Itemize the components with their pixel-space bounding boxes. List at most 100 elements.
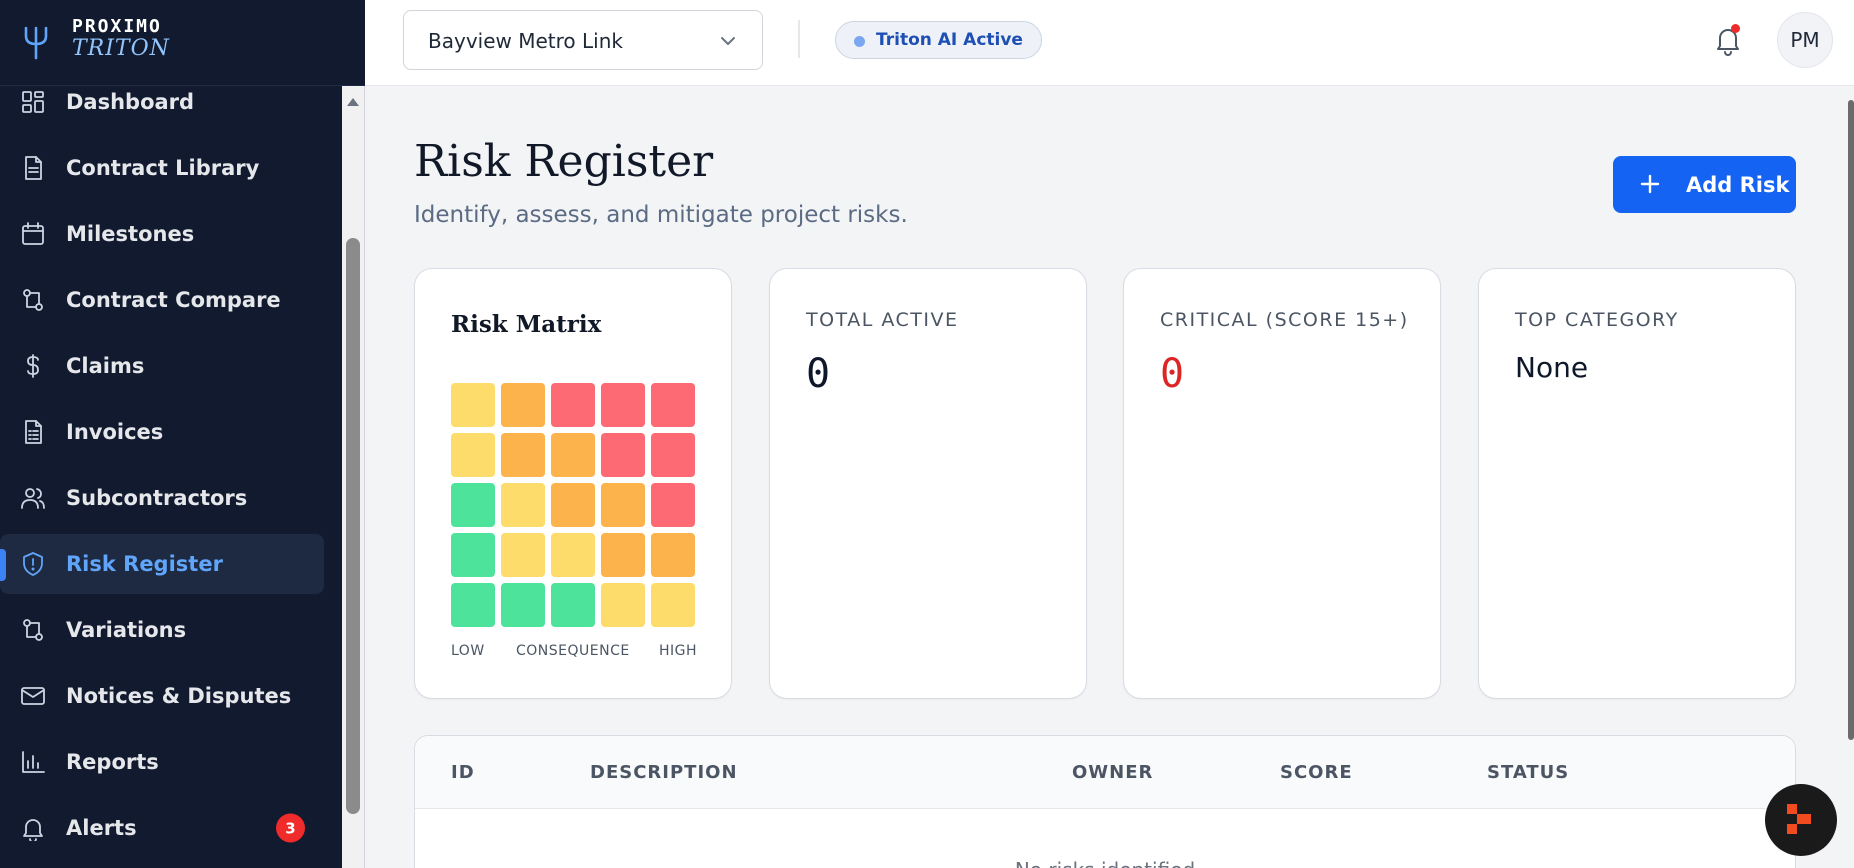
main-scrollbar[interactable]	[1848, 100, 1854, 740]
risk-matrix-grid	[451, 383, 697, 629]
sidebar-item-label: Claims	[66, 354, 145, 378]
axis-low-label: LOW	[451, 643, 485, 659]
critical-label: CRITICAL (SCORE 15+)	[1160, 309, 1409, 331]
matrix-cell-orange[interactable]	[501, 433, 545, 477]
column-header-id[interactable]: ID	[451, 762, 475, 783]
axis-high-label: HIGH	[658, 643, 697, 659]
sidebar-item-label: Alerts	[66, 816, 137, 840]
user-avatar[interactable]: PM	[1777, 12, 1833, 68]
branch-icon	[23, 619, 43, 641]
top-category-value: None	[1515, 351, 1589, 384]
sidebar-item-variations[interactable]: Variations	[0, 600, 324, 660]
project-select[interactable]: Bayview Metro Link	[403, 10, 763, 70]
table-header: ID DESCRIPTION OWNER SCORE STATUS	[415, 736, 1795, 809]
plus-icon	[1640, 174, 1660, 194]
users-icon	[21, 488, 45, 509]
sidebar-item-alerts[interactable]: Alerts 3	[0, 798, 324, 858]
matrix-cell-orange[interactable]	[501, 383, 545, 427]
sidebar-item-label: Contract Compare	[66, 288, 281, 312]
matrix-cell-yellow[interactable]	[651, 583, 695, 627]
sidebar-item-milestones[interactable]: Milestones	[0, 204, 324, 264]
project-select-value: Bayview Metro Link	[428, 29, 623, 53]
scroll-thumb[interactable]	[346, 238, 360, 814]
sidebar-item-subcontractors[interactable]: Subcontractors	[0, 468, 324, 528]
calendar-icon	[22, 222, 44, 245]
sidebar-item-label: Milestones	[66, 222, 195, 246]
matrix-cell-orange[interactable]	[551, 483, 595, 527]
matrix-cell-yellow[interactable]	[451, 433, 495, 477]
sidebar-item-contract-library[interactable]: Contract Library	[0, 138, 324, 198]
top-category-card: TOP CATEGORY None	[1478, 268, 1796, 699]
matrix-cell-green[interactable]	[451, 483, 495, 527]
sidebar-item-claims[interactable]: Claims	[0, 336, 324, 396]
matrix-cell-orange[interactable]	[601, 533, 645, 577]
brand-name: PROXIMO	[72, 16, 162, 37]
sidebar-item-contract-compare[interactable]: Contract Compare	[0, 270, 324, 330]
matrix-cell-green[interactable]	[451, 533, 495, 577]
column-header-description[interactable]: DESCRIPTION	[590, 762, 738, 783]
column-header-owner[interactable]: OWNER	[1072, 762, 1153, 783]
sidebar-scrollbar[interactable]	[342, 86, 365, 868]
sidebar-item-risk-register[interactable]: Risk Register	[0, 534, 324, 594]
add-risk-button[interactable]: Add Risk	[1613, 156, 1796, 213]
matrix-cell-red[interactable]	[601, 433, 645, 477]
matrix-cell-red[interactable]	[551, 383, 595, 427]
assistant-launcher-button[interactable]	[1765, 784, 1837, 856]
mail-icon	[21, 687, 45, 705]
brand-subtitle: TRITON	[72, 36, 170, 61]
sidebar-item-notices-disputes[interactable]: Notices & Disputes	[0, 666, 324, 726]
bar-chart-icon	[22, 751, 45, 773]
assistant-logo-icon	[1787, 804, 1811, 834]
status-dot-icon	[854, 36, 865, 47]
matrix-cell-orange[interactable]	[551, 433, 595, 477]
matrix-cell-green[interactable]	[451, 583, 495, 627]
matrix-cell-yellow[interactable]	[501, 533, 545, 577]
page-title: Risk Register	[414, 136, 714, 187]
brand-header: PROXIMO TRITON	[0, 0, 365, 86]
page-subtitle: Identify, assess, and mitigate project r…	[414, 202, 908, 228]
risk-matrix-title: Risk Matrix	[451, 311, 602, 338]
ai-status-text: Triton AI Active	[876, 30, 1023, 50]
sidebar-item-reports[interactable]: Reports	[0, 732, 324, 792]
sidebar-item-label: Notices & Disputes	[66, 684, 292, 708]
sidebar-item-label: Subcontractors	[66, 486, 248, 510]
matrix-cell-yellow[interactable]	[551, 533, 595, 577]
total-active-label: TOTAL ACTIVE	[806, 309, 959, 331]
table-empty-message: No risks identified	[415, 858, 1795, 868]
sidebar-item-invoices[interactable]: Invoices	[0, 402, 324, 462]
matrix-cell-yellow[interactable]	[501, 483, 545, 527]
axis-consequence-label: CONSEQUENCE	[516, 643, 630, 659]
invoice-icon	[25, 420, 42, 444]
sidebar-item-label: Risk Register	[66, 552, 223, 576]
scroll-up-arrow[interactable]	[347, 98, 359, 106]
grid-icon	[22, 91, 44, 113]
column-header-score[interactable]: SCORE	[1280, 762, 1353, 783]
sidebar-item-label: Variations	[66, 618, 187, 642]
ai-status-badge: Triton AI Active	[835, 21, 1042, 59]
matrix-cell-green[interactable]	[501, 583, 545, 627]
matrix-cell-red[interactable]	[651, 383, 695, 427]
matrix-cell-yellow[interactable]	[601, 583, 645, 627]
sidebar-item-label: Contract Library	[66, 156, 260, 180]
critical-card: CRITICAL (SCORE 15+) 0	[1123, 268, 1441, 699]
matrix-cell-red[interactable]	[651, 483, 695, 527]
sidebar-item-label: Invoices	[66, 420, 164, 444]
dollar-icon	[27, 354, 39, 378]
header-divider	[798, 20, 800, 58]
trident-icon	[24, 26, 48, 60]
top-category-label: TOP CATEGORY	[1515, 309, 1679, 331]
matrix-cell-red[interactable]	[651, 433, 695, 477]
risk-matrix-card: Risk Matrix LOW CONSEQUENCE HIGH	[414, 268, 732, 699]
top-header: Bayview Metro Link Triton AI Active PM	[365, 0, 1854, 86]
matrix-cell-orange[interactable]	[601, 483, 645, 527]
matrix-cell-yellow[interactable]	[451, 383, 495, 427]
column-header-status[interactable]: STATUS	[1487, 762, 1569, 783]
sidebar: Dashboard Contract Library Milestones Contr…	[0, 0, 342, 868]
matrix-cell-orange[interactable]	[651, 533, 695, 577]
file-icon	[25, 156, 42, 180]
matrix-cell-green[interactable]	[551, 583, 595, 627]
matrix-cell-red[interactable]	[601, 383, 645, 427]
active-indicator	[0, 549, 6, 581]
compare-icon	[23, 289, 43, 311]
shield-icon	[23, 552, 43, 576]
